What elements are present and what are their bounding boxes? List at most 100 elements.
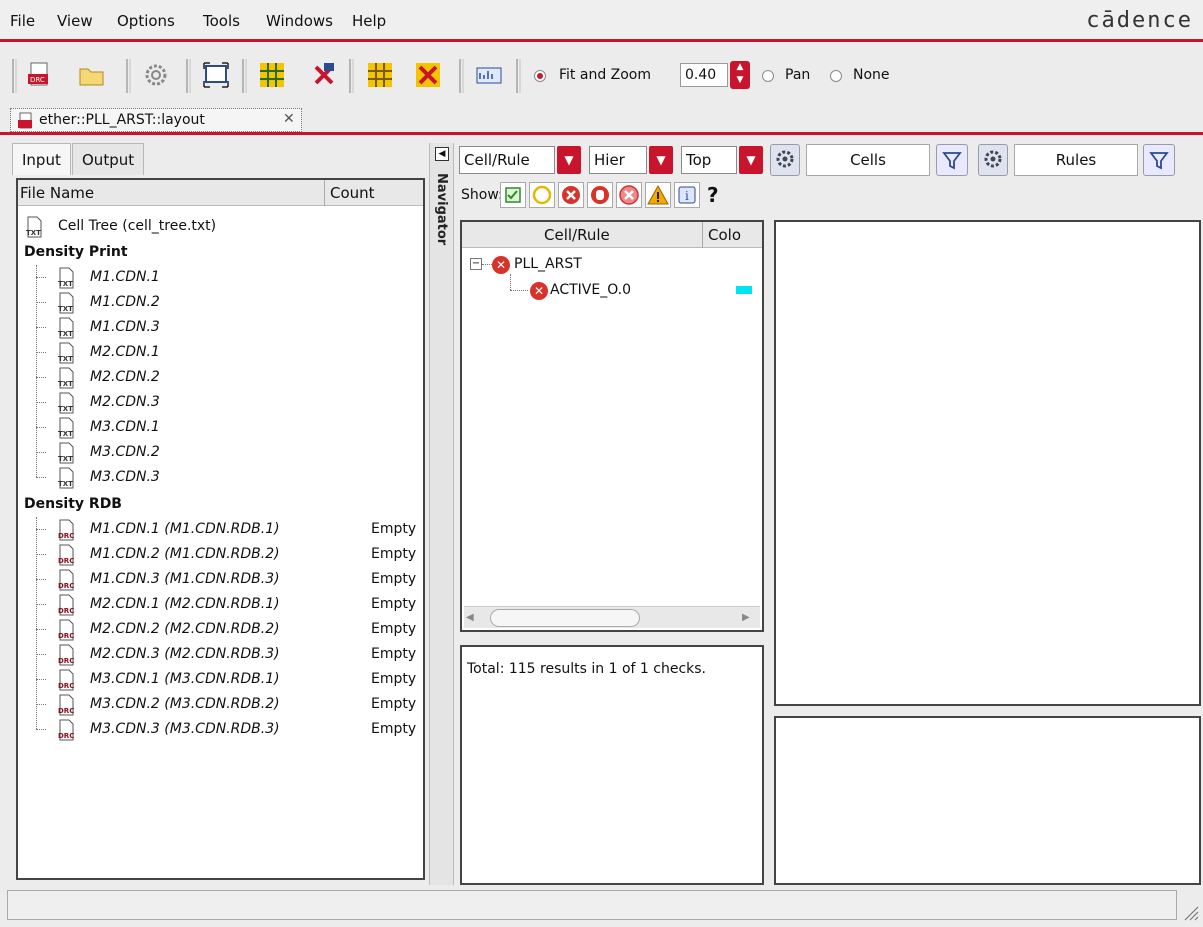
text-file-icon: TXT (58, 342, 74, 364)
chevron-down-icon[interactable]: ▼ (649, 146, 673, 174)
close-tab-icon[interactable]: ✕ (283, 111, 295, 127)
separator (516, 59, 521, 93)
cells-search-input[interactable]: Cells (806, 144, 930, 176)
file-item-density-print[interactable]: TXT M2.CDN.3 (18, 390, 423, 415)
top-dropdown[interactable]: Top (681, 146, 737, 174)
scrollbar-thumb[interactable] (490, 609, 640, 627)
menu-file[interactable]: File (10, 12, 35, 30)
open-drc-database-icon[interactable]: DRC (26, 61, 54, 89)
text-file-icon: TXT (26, 216, 42, 238)
column-file-name[interactable]: File Name (20, 184, 94, 202)
cells-filter-icon[interactable] (936, 144, 968, 176)
drc-file-icon: DRC (58, 669, 74, 691)
open-folder-icon[interactable] (78, 61, 106, 89)
text-file-icon: TXT (58, 417, 74, 439)
file-item-density-rdb[interactable]: DRC M2.CDN.2 (M2.CDN.RDB.2) Empty (18, 617, 423, 642)
tab-output[interactable]: Output (72, 143, 145, 175)
file-item-density-print[interactable]: TXT M3.CDN.3 (18, 465, 423, 490)
text-file-icon: TXT (58, 442, 74, 464)
file-item-density-print[interactable]: TXT M3.CDN.1 (18, 415, 423, 440)
menu-windows[interactable]: Windows (266, 12, 333, 30)
column-cell-rule[interactable]: Cell/Rule (544, 226, 610, 244)
zoom-value-input[interactable]: 0.40 (680, 63, 728, 87)
collapse-tree-icon[interactable]: − (470, 258, 482, 270)
help-question-icon[interactable]: ? (707, 183, 719, 207)
none-radio[interactable] (830, 70, 842, 82)
tree-connector (36, 517, 37, 729)
clear-all-highlights-icon[interactable] (414, 61, 442, 89)
hier-dropdown[interactable]: Hier (589, 146, 647, 174)
text-file-icon: TXT (58, 467, 74, 489)
show-waived-checkbox-icon[interactable] (500, 182, 526, 208)
scroll-left-icon[interactable]: ◀ (466, 610, 480, 626)
file-item-density-rdb[interactable]: DRC M1.CDN.2 (M1.CDN.RDB.2) Empty (18, 542, 423, 567)
horizontal-scrollbar[interactable]: ◀ ▶ (464, 606, 760, 628)
separator (459, 59, 464, 93)
menu-view[interactable]: View (57, 12, 93, 30)
rules-options-gear-icon[interactable] (978, 144, 1008, 176)
document-tab[interactable]: ether::PLL_ARST::layout ✕ (10, 108, 302, 132)
row-label: M3.CDN.1 (M3.CDN.RDB.1) (90, 671, 280, 687)
cells-options-gear-icon[interactable] (770, 144, 800, 176)
highlight-grid-icon[interactable] (258, 61, 286, 89)
fit-view-icon[interactable] (202, 61, 230, 89)
zoom-spinner[interactable]: ▲ ▼ (730, 61, 750, 89)
group-density-rdb[interactable]: Density RDB (18, 492, 423, 517)
file-item-density-rdb[interactable]: DRC M1.CDN.1 (M1.CDN.RDB.1) Empty (18, 517, 423, 542)
svg-text:DRC: DRC (58, 607, 74, 615)
gear-icon[interactable] (142, 61, 170, 89)
menu-help[interactable]: Help (352, 12, 386, 30)
svg-text:DRC: DRC (58, 632, 74, 640)
resize-grip-icon[interactable] (1183, 905, 1199, 921)
file-item-density-print[interactable]: TXT M2.CDN.2 (18, 365, 423, 390)
tree-rule-label[interactable]: ACTIVE_O.0 (550, 282, 631, 298)
tab-input[interactable]: Input (12, 143, 71, 175)
rules-panel (774, 220, 1201, 706)
tree-connector (36, 529, 46, 530)
column-color[interactable]: Colo (708, 226, 741, 244)
scroll-right-icon[interactable]: ▶ (742, 610, 756, 626)
chevron-down-icon[interactable]: ▼ (557, 146, 581, 174)
svg-text:DRC: DRC (58, 707, 74, 715)
navigator-strip[interactable]: ◀ Navigator (429, 143, 454, 885)
pan-radio[interactable] (762, 70, 774, 82)
show-warning-icon[interactable] (645, 182, 671, 208)
report-view-icon[interactable] (475, 61, 503, 89)
file-item-density-print[interactable]: TXT M3.CDN.2 (18, 440, 423, 465)
file-item-density-rdb[interactable]: DRC M3.CDN.1 (M3.CDN.RDB.1) Empty (18, 667, 423, 692)
file-item-density-rdb[interactable]: DRC M2.CDN.3 (M2.CDN.RDB.3) Empty (18, 642, 423, 667)
column-count[interactable]: Count (330, 184, 375, 202)
svg-text:TXT: TXT (58, 330, 73, 338)
show-fixed-error-icon[interactable] (616, 182, 642, 208)
tree-connector (36, 427, 46, 428)
show-hand-stop-icon[interactable] (587, 182, 613, 208)
view-mode-dropdown[interactable]: Cell/Rule (459, 146, 555, 174)
clear-highlights-icon[interactable] (310, 61, 338, 89)
rules-search-input[interactable]: Rules (1014, 144, 1138, 176)
show-open-circle-icon[interactable] (529, 182, 555, 208)
file-item-density-rdb[interactable]: DRC M3.CDN.2 (M3.CDN.RDB.2) Empty (18, 692, 423, 717)
show-error-icon[interactable] (558, 182, 584, 208)
file-item-density-print[interactable]: TXT M1.CDN.1 (18, 265, 423, 290)
rules-filter-icon[interactable] (1143, 144, 1175, 176)
chevron-down-icon[interactable]: ▼ (739, 146, 763, 174)
menu-tools[interactable]: Tools (203, 12, 240, 30)
group-density-print[interactable]: Density Print (18, 240, 423, 265)
tree-cell-label[interactable]: PLL_ARST (514, 256, 582, 272)
file-item-density-print[interactable]: TXT M1.CDN.3 (18, 315, 423, 340)
file-item-density-rdb[interactable]: DRC M1.CDN.3 (M1.CDN.RDB.3) Empty (18, 567, 423, 592)
collapse-navigator-icon[interactable]: ◀ (435, 147, 449, 161)
file-item-density-rdb[interactable]: DRC M2.CDN.1 (M2.CDN.RDB.1) Empty (18, 592, 423, 617)
row-label: M2.CDN.2 (M2.CDN.RDB.2) (90, 621, 280, 637)
file-item-density-print[interactable]: TXT M1.CDN.2 (18, 290, 423, 315)
file-item-density-rdb[interactable]: DRC M3.CDN.3 (M3.CDN.RDB.3) Empty (18, 717, 423, 742)
tree-connector (36, 604, 46, 605)
highlight-all-grid-icon[interactable] (366, 61, 394, 89)
file-item-cell-tree[interactable]: TXT Cell Tree (cell_tree.txt) (18, 214, 423, 239)
show-info-icon[interactable]: i (674, 182, 700, 208)
menu-options[interactable]: Options (117, 12, 175, 30)
fit-and-zoom-radio[interactable] (534, 70, 546, 82)
fit-and-zoom-label: Fit and Zoom (559, 67, 652, 83)
file-item-density-print[interactable]: TXT M2.CDN.1 (18, 340, 423, 365)
row-count: Empty (371, 521, 417, 537)
